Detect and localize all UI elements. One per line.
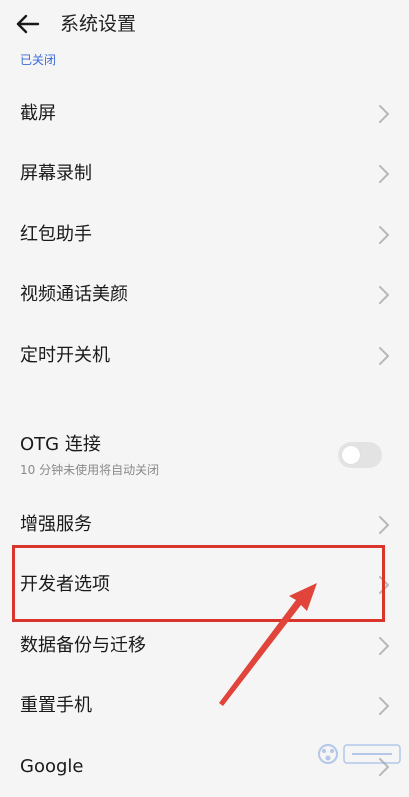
settings-item-label: OTG 连接 xyxy=(20,434,101,455)
highlight-box xyxy=(12,545,385,622)
baidu-jingyan-watermark xyxy=(318,744,401,764)
page-title: 系统设置 xyxy=(60,13,137,35)
settings-item-data-backup[interactable]: 数据备份与迁移 xyxy=(0,616,409,676)
settings-item-label: 视频通话美颜 xyxy=(20,284,128,305)
chevron-right-icon xyxy=(379,165,389,183)
settings-item-label: 屏幕录制 xyxy=(20,163,92,184)
status-text: 已关闭 xyxy=(20,53,57,67)
settings-item-label: 重置手机 xyxy=(20,695,92,716)
chevron-right-icon xyxy=(379,347,389,365)
settings-item-sublabel: 10 分钟未使用将自动关闭 xyxy=(20,463,160,477)
settings-item-label: 数据备份与迁移 xyxy=(20,635,146,656)
chevron-right-icon xyxy=(379,637,389,655)
chevron-right-icon xyxy=(379,226,389,244)
settings-item-label: 红包助手 xyxy=(20,224,92,245)
settings-item-screenshot[interactable]: 截屏 xyxy=(0,84,409,144)
settings-item-label: Google xyxy=(20,756,84,777)
chevron-right-icon xyxy=(379,105,389,123)
arrow-left-icon xyxy=(16,14,40,34)
header-bar: 系统设置 xyxy=(0,0,409,48)
chevron-right-icon xyxy=(379,697,389,715)
settings-item-video-call-beauty[interactable]: 视频通话美颜 xyxy=(0,265,409,325)
settings-item-red-envelope-assistant[interactable]: 红包助手 xyxy=(0,205,409,265)
settings-item-label: 定时开关机 xyxy=(20,345,110,366)
settings-item-screen-recording[interactable]: 屏幕录制 xyxy=(0,144,409,204)
settings-item-reset-phone[interactable]: 重置手机 xyxy=(0,676,409,736)
settings-item-label: 增强服务 xyxy=(20,514,92,535)
otg-toggle[interactable] xyxy=(338,442,382,468)
back-button[interactable] xyxy=(12,8,44,40)
chevron-right-icon xyxy=(379,286,389,304)
settings-item-label: 截屏 xyxy=(20,103,56,124)
chevron-right-icon xyxy=(379,516,389,534)
settings-item-scheduled-power[interactable]: 定时开关机 xyxy=(0,326,409,386)
toggle-knob xyxy=(342,446,360,464)
